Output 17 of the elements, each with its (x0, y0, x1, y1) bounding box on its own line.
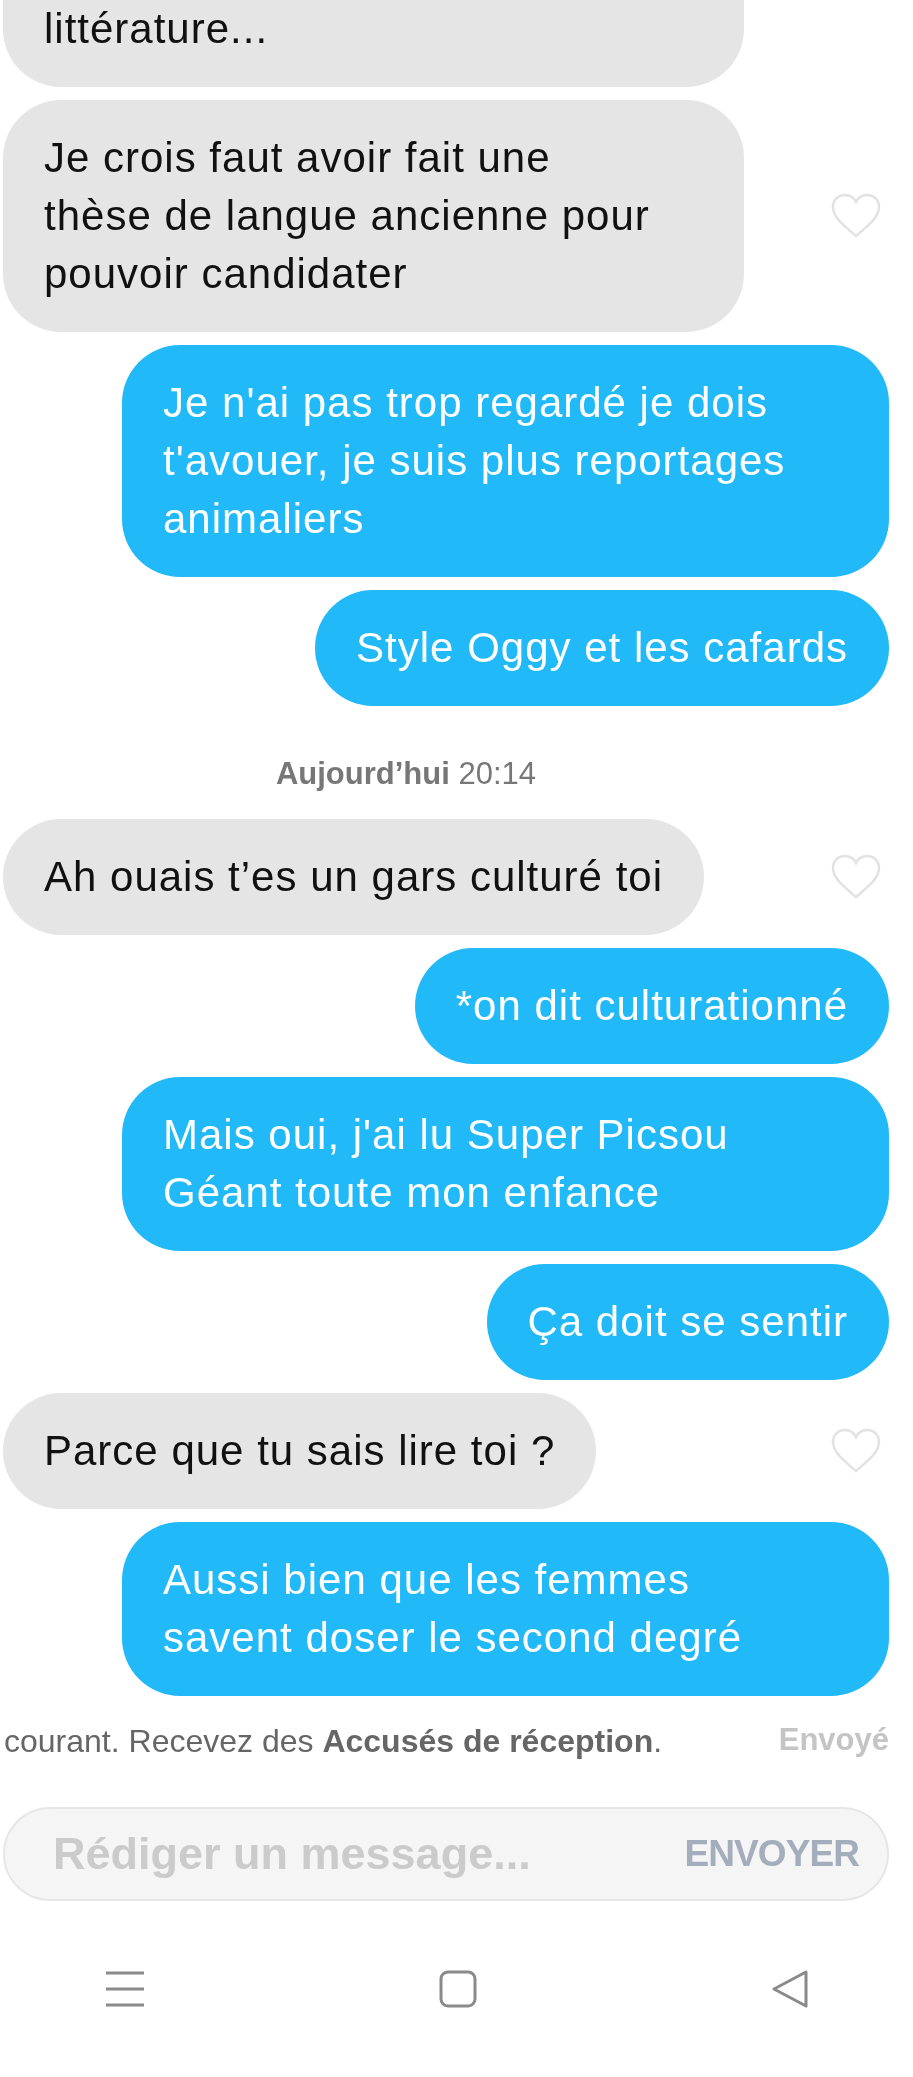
send-button[interactable]: ENVOYER (684, 1825, 859, 1882)
sent-message: Je n'ai pas trop regardé je dois t'avouer, je suis plus reportages animaliers (122, 345, 889, 577)
menu-icon[interactable] (106, 1969, 144, 2008)
delivery-status: Envoyé (778, 1721, 889, 1760)
home-icon[interactable] (438, 1969, 477, 2008)
received-message: Je crois faut avoir fait une thèse de langue ancienne pour pouvoir candidater (3, 100, 744, 332)
receipt-notice: courant. Recevez des Accusés de réception. (4, 1721, 663, 1761)
sent-message: Mais oui, j'ai lu Super Picsou Géant toute mon enfance (122, 1076, 889, 1251)
received-message: Parce que tu sais lire toi ? (3, 1392, 597, 1509)
timestamp: Aujourd’hui 20:14 (275, 755, 537, 793)
back-icon[interactable] (771, 1968, 809, 2009)
sent-message: Ça doit se sentir (486, 1263, 889, 1380)
sent-message: *on dit culturationné (414, 947, 889, 1064)
sent-message: Aussi bien que les femmes savent doser le second degré (122, 1521, 889, 1696)
received-message: Ah ouais t’es un gars culturé toi (3, 818, 704, 935)
received-message: littérature... (3, 0, 744, 87)
sent-message: Style Oggy et les cafards (315, 590, 889, 706)
